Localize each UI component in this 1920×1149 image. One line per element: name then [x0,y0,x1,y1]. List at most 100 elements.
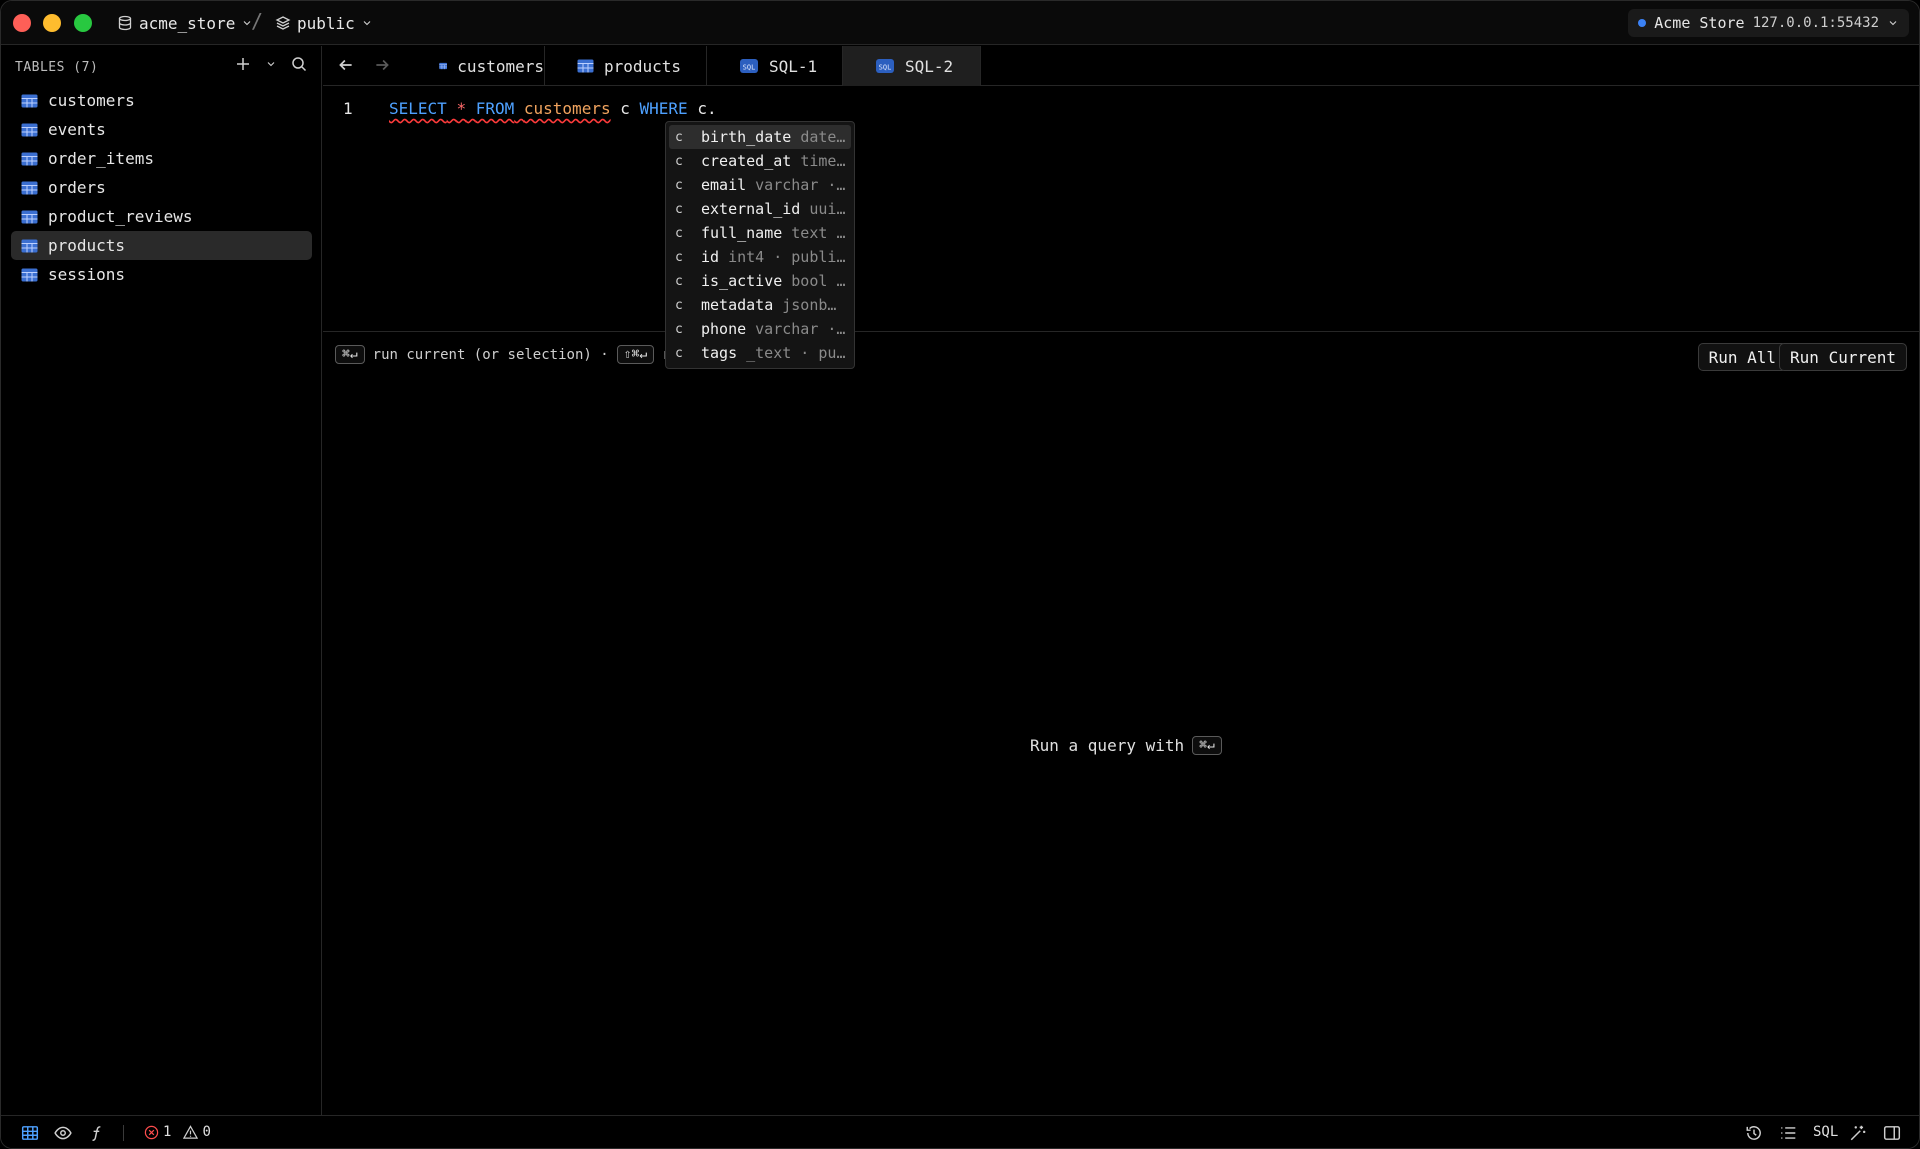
autocomplete-popup: c birth_date date… c created_at times… c email v… [665,121,855,369]
sidebar-item-label: events [48,120,106,139]
tables-header: TABLES (7) [15,60,99,75]
token-alias: c [620,99,630,118]
sidebar-item-label: products [48,236,126,255]
sidebar-item-order-items[interactable]: order_items [11,144,312,173]
tab-products[interactable]: products [545,46,707,86]
column-kind-icon: c [675,321,683,337]
sql-file-icon: SQL [876,59,894,73]
error-count: 1 [163,1124,172,1140]
schema-name: public [297,13,355,33]
column-name: full_name [701,224,783,242]
sidebar-actions [235,56,307,72]
table-view-icon[interactable] [21,1124,39,1142]
column-kind-icon: c [675,177,683,193]
connection-selector[interactable]: Acme Store 127.0.0.1:55432 [1628,9,1909,37]
table-icon [21,181,38,194]
autocomplete-item-external-id[interactable]: c external_id uuid… [669,197,851,221]
token-star: * [456,99,467,118]
database-name: acme_store [139,13,236,33]
column-kind-icon: c [675,225,683,241]
column-type: bool ·… [791,272,851,290]
database-selector[interactable]: acme_store [117,11,253,35]
autocomplete-item-created-at[interactable]: c created_at times… [669,149,851,173]
forward-arrow-icon[interactable] [373,56,391,74]
autocomplete-item-metadata[interactable]: c metadata jsonb… [669,293,851,317]
table-icon [21,268,38,281]
sidebar-item-events[interactable]: events [11,115,312,144]
svg-text:SQL: SQL [879,64,892,72]
column-type: jsonb… [782,296,837,314]
autocomplete-item-phone[interactable]: c phone varchar ·… [669,317,851,341]
sidebar-item-sessions[interactable]: sessions [11,260,312,289]
status-divider [123,1125,124,1141]
back-arrow-icon[interactable] [337,56,355,74]
panel-toggle-icon[interactable] [1883,1124,1901,1142]
search-icon[interactable] [291,56,307,72]
column-type: _text · pub… [746,344,851,362]
tab-sql-2[interactable]: SQL SQL-2 [843,46,981,86]
table-icon [21,210,38,223]
autocomplete-item-birth-date[interactable]: c birth_date date… [669,125,851,149]
chevron-down-icon[interactable] [265,58,277,70]
sidebar-item-product-reviews[interactable]: product_reviews [11,202,312,231]
table-icon [21,94,38,107]
run-all-shortcut-kbd: ⇧⌘↵ [616,345,655,364]
sql-mode-toggle[interactable]: SQL [1813,1124,1838,1140]
column-kind-icon: c [675,201,683,217]
autocomplete-item-id[interactable]: c id int4 · public… [669,245,851,269]
connection-name: Acme Store [1654,14,1745,32]
autocomplete-item-is-active[interactable]: c is_active bool ·… [669,269,851,293]
column-name: birth_date [701,128,792,146]
table-icon [439,62,448,70]
column-type: times… [800,152,851,170]
tab-customers[interactable]: customers [407,46,545,86]
run-current-button[interactable]: Run Current [1779,343,1907,371]
sparkle-icon[interactable] [1849,1124,1867,1142]
sql-editor[interactable]: 1 SELECT * FROM customers c WHERE c. [323,87,1919,332]
schema-selector[interactable]: public [275,11,373,35]
tab-sql-1[interactable]: SQL SQL-1 [707,46,843,86]
run-toolbar: ⌘↵ run current (or selection) · ⇧⌘↵ ru R… [323,333,1919,379]
run-all-button[interactable]: Run All [1697,343,1787,371]
sidebar-item-customers[interactable]: customers [11,86,312,115]
layers-icon [275,16,291,30]
sidebar-item-label: order_items [48,149,154,168]
tab-label: SQL-1 [769,56,818,76]
empty-state-text: Run a query with [1030,736,1185,755]
table-icon [21,123,38,136]
autocomplete-item-tags[interactable]: c tags _text · pub… [669,341,851,365]
autocomplete-item-full-name[interactable]: c full_name text ·… [669,221,851,245]
empty-state-kbd: ⌘↵ [1192,736,1222,755]
table-icon [577,59,594,73]
function-icon[interactable] [88,1124,106,1142]
minimize-window-button[interactable] [43,14,61,32]
column-name: metadata [701,296,774,314]
sidebar-item-orders[interactable]: orders [11,173,312,202]
list-icon[interactable] [1779,1124,1797,1142]
problems-indicator[interactable]: 1 0 [144,1124,211,1140]
sidebar-item-label: sessions [48,265,126,284]
autocomplete-item-email[interactable]: c email varchar ·… [669,173,851,197]
tab-bar: customers products SQL SQL-1 SQL SQL-2 [323,46,1919,86]
column-name: external_id [701,200,801,218]
column-kind-icon: c [675,345,683,361]
sidebar-item-label: customers [48,91,135,110]
eye-icon[interactable] [54,1124,72,1142]
close-window-button[interactable] [13,14,31,32]
table-icon [21,239,38,252]
line-number: 1 [343,99,353,118]
token-tail: c. [697,99,717,118]
maximize-window-button[interactable] [74,14,92,32]
shortcut-hint: ⌘↵ run current (or selection) · ⇧⌘↵ ru [335,345,679,364]
code-line[interactable]: SELECT * FROM customers c WHERE c. [389,99,717,118]
plus-icon[interactable] [235,56,251,72]
keyword-where: WHERE [639,99,688,118]
history-icon[interactable] [1745,1124,1763,1142]
error-icon [144,1125,159,1139]
token-table: customers [523,99,611,118]
column-name: email [701,176,747,194]
warning-icon [183,1124,199,1139]
column-name: created_at [701,152,792,170]
sidebar-item-products[interactable]: products [11,231,312,260]
sidebar: TABLES (7) customers events order_itemsord… [1,46,322,1115]
